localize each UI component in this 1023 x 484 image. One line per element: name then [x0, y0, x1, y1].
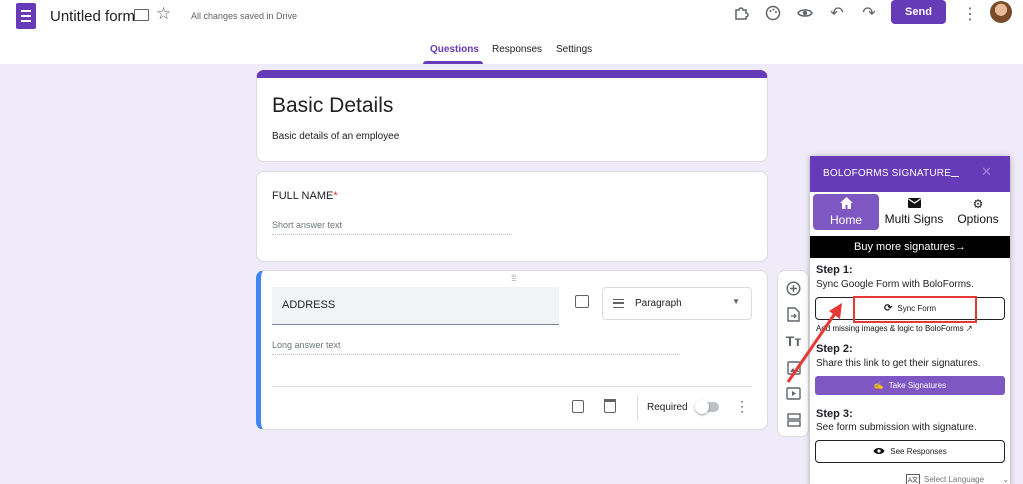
folder-icon[interactable] [134, 9, 149, 21]
panel-title: BOLOFORMS SIGNATURE [823, 168, 952, 179]
add-video-icon[interactable] [785, 385, 802, 402]
add-question-icon[interactable] [785, 280, 802, 297]
step2-title: Step 2: [816, 343, 853, 355]
highlight-box [853, 296, 977, 323]
form-header-card[interactable]: Basic Details Basic details of an employ… [256, 70, 768, 162]
dropdown-arrow-icon: ▼ [732, 297, 740, 306]
star-icon[interactable]: ☆ [156, 4, 171, 24]
step1-title: Step 1: [816, 264, 853, 276]
tab-settings[interactable]: Settings [556, 44, 592, 55]
save-status: All changes saved in Drive [191, 11, 298, 21]
question-more-icon[interactable]: ⋮ [735, 398, 749, 415]
question-card-address[interactable]: ⁞⁞⁞ ADDRESS Paragraph ▼ Long answer text… [256, 270, 768, 430]
take-signatures-button[interactable]: ✍ Take Signatures [815, 376, 1005, 395]
divider [637, 395, 638, 421]
boloforms-tabs: Home Multi Signs ⚙ Options [810, 192, 1010, 232]
required-asterisk: * [333, 190, 338, 202]
step3-title: Step 3: [816, 408, 853, 420]
addon-puzzle-icon[interactable] [731, 3, 751, 23]
see-responses-button[interactable]: See Responses [815, 440, 1005, 463]
tab-questions[interactable]: Questions [430, 44, 479, 55]
redo-icon[interactable]: ↷ [859, 3, 879, 23]
step2-description: Share this link to get their signatures. [816, 358, 981, 369]
question-toolbar: Tт [777, 270, 809, 437]
more-options-icon[interactable]: ⋮ [962, 4, 978, 24]
mail-icon [907, 198, 921, 210]
forms-logo-icon[interactable] [16, 3, 36, 29]
top-bar: Untitled form ☆ All changes saved in Dri… [0, 0, 1023, 64]
form-tabs: Questions Responses Settings [0, 40, 1023, 64]
external-link-icon: ↗ [965, 324, 973, 333]
required-label: Required [647, 402, 688, 413]
avatar[interactable] [990, 1, 1012, 23]
language-select[interactable]: A文 Select Language ⌄ [906, 474, 1009, 484]
add-title-icon[interactable]: Tт [785, 332, 802, 349]
question-title-input[interactable]: ADDRESS [272, 287, 559, 325]
eye-icon [873, 447, 885, 457]
tab-home[interactable]: Home [813, 194, 879, 230]
step3-description: See form submission with signature. [816, 422, 977, 433]
step1-hint[interactable]: Add missing images & logic to BoloForms … [816, 324, 973, 333]
signature-icon: ✍ [873, 381, 884, 390]
active-tab-indicator [423, 61, 483, 64]
tab-options[interactable]: ⚙ Options [949, 194, 1007, 230]
short-answer-placeholder: Short answer text [272, 220, 512, 235]
preview-eye-icon[interactable] [795, 3, 815, 23]
undo-icon[interactable]: ↶ [827, 3, 847, 23]
required-toggle[interactable] [695, 400, 719, 414]
tab-responses[interactable]: Responses [492, 44, 542, 55]
minimize-icon[interactable]: _ [951, 161, 959, 177]
boloforms-header: BOLOFORMS SIGNATURE _ ✕ [810, 156, 1010, 192]
divider [272, 386, 752, 387]
chevron-down-icon: ⌄ [1002, 475, 1010, 484]
form-heading[interactable]: Basic Details [272, 94, 393, 118]
translate-icon: A文 [906, 474, 921, 484]
question-title: FULL NAME* [272, 190, 338, 202]
form-title[interactable]: Untitled form [50, 8, 135, 25]
home-icon [839, 197, 853, 211]
step1-description: Sync Google Form with BoloForms. [816, 279, 974, 290]
delete-icon[interactable] [604, 399, 616, 413]
palette-icon[interactable] [763, 3, 783, 23]
question-type-select[interactable]: Paragraph ▼ [602, 287, 752, 320]
import-questions-icon[interactable] [785, 306, 802, 323]
add-section-icon[interactable] [785, 411, 802, 428]
send-button[interactable]: Send [891, 0, 946, 24]
add-image-icon[interactable] [575, 295, 589, 308]
duplicate-icon[interactable] [572, 400, 584, 413]
question-card-full-name[interactable]: FULL NAME* Short answer text [256, 171, 768, 262]
close-icon[interactable]: ✕ [981, 164, 992, 180]
question-type-label: Paragraph [635, 298, 682, 309]
drag-handle-icon[interactable]: ⁞⁞⁞ [511, 273, 516, 283]
tab-multi-signs[interactable]: Multi Signs [882, 194, 946, 230]
add-image-icon[interactable] [785, 359, 802, 376]
paragraph-icon [613, 299, 624, 308]
gear-icon: ⚙ [972, 197, 984, 211]
form-description[interactable]: Basic details of an employee [272, 131, 399, 142]
long-answer-placeholder: Long answer text [272, 340, 680, 355]
buy-signatures-banner[interactable]: Buy more signatures→ [810, 236, 1010, 258]
